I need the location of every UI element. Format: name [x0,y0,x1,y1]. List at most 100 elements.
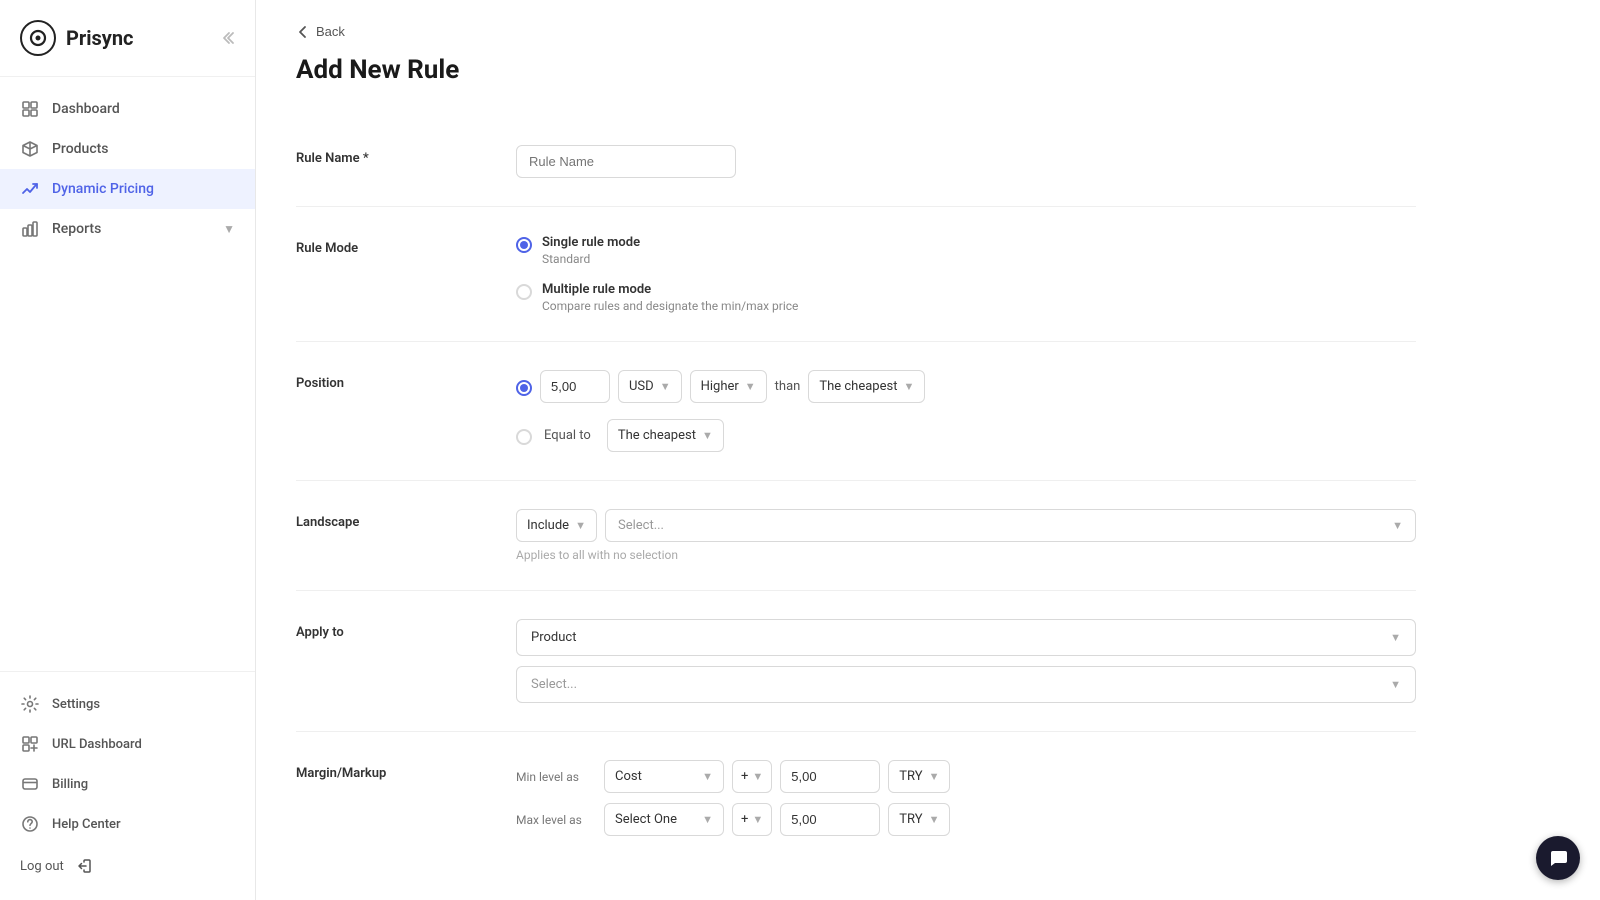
max-level-row: Max level as Select One ▼ + ▼ TRY ▼ [516,803,1416,836]
sidebar-item-settings[interactable]: Settings [0,684,255,724]
chevron-down-icon: ▼ [223,222,235,236]
max-value-input[interactable] [780,803,880,836]
comparator-select[interactable]: The cheapest ▼ [808,370,925,403]
sidebar-item-dynamic-pricing-label: Dynamic Pricing [52,181,154,197]
equal-to-select[interactable]: The cheapest ▼ [607,419,724,452]
logout-item[interactable]: Log out [0,844,255,888]
rule-mode-label: Rule Mode [296,235,476,313]
applies-hint: Applies to all with no selection [516,548,1416,562]
max-currency-select[interactable]: TRY ▼ [888,803,950,836]
logout-label: Log out [20,859,64,874]
landscape-chevron-icon: ▼ [1392,519,1403,532]
max-currency-value: TRY [899,812,922,827]
max-currency-chevron-icon: ▼ [929,813,940,826]
currency-chevron-icon: ▼ [660,380,671,393]
min-level-value: Cost [615,769,642,784]
rule-mode-radio-group: Single rule mode Standard Multiple rule … [516,235,1416,313]
landscape-placeholder: Select... [618,518,664,533]
position-section: Position USD ▼ Higher ▼ than [296,342,1416,481]
margin-markup-label: Margin/Markup [296,760,476,846]
gear-icon [20,694,40,714]
max-level-label: Max level as [516,813,596,827]
trending-icon [20,179,40,199]
include-select[interactable]: Include ▼ [516,509,597,542]
page-title: Add New Rule [296,55,1416,85]
sidebar-item-dynamic-pricing[interactable]: Dynamic Pricing [0,169,255,209]
sidebar-collapse-button[interactable] [219,30,235,46]
position-label: Position [296,370,476,452]
direction-select[interactable]: Higher ▼ [690,370,767,403]
min-currency-chevron-icon: ▼ [929,770,940,783]
sidebar: Prisync Dashboard [0,0,256,900]
position-radio-2[interactable] [516,429,532,445]
rule-mode-single-desc: Standard [542,252,640,266]
sidebar-item-billing-label: Billing [52,777,88,792]
include-label: Include [527,518,569,533]
min-op-select[interactable]: + ▼ [732,760,772,793]
landscape-row: Include ▼ Select... ▼ [516,509,1416,542]
min-currency-value: TRY [899,769,922,784]
landscape-label: Landscape [296,509,476,562]
equal-to-label: Equal to [544,428,591,443]
bar-chart-icon [20,219,40,239]
sidebar-item-url-dashboard-label: URL Dashboard [52,737,142,752]
apply-to-select-label: Select... [531,677,577,692]
margin-markup-section: Margin/Markup Min level as Cost ▼ + ▼ T [296,732,1416,874]
chat-button[interactable] [1536,836,1580,880]
direction-chevron-icon: ▼ [745,380,756,393]
currency-select[interactable]: USD ▼ [618,370,682,403]
rule-name-section: Rule Name * [296,117,1416,207]
sidebar-item-dashboard-label: Dashboard [52,101,120,117]
sidebar-item-help-center-label: Help Center [52,817,121,832]
min-op-chevron-icon: ▼ [752,770,763,783]
back-label: Back [316,24,345,39]
sidebar-item-help-center[interactable]: Help Center [0,804,255,844]
rule-mode-single[interactable]: Single rule mode Standard [516,235,1416,266]
logout-icon [76,858,92,874]
max-op-label: + [741,812,748,827]
min-value-input[interactable] [780,760,880,793]
radio-single-circle [516,237,532,253]
position-row-1: USD ▼ Higher ▼ than The cheapest ▼ [516,370,1416,403]
apply-to-dropdown-1[interactable]: Product ▼ [516,619,1416,656]
back-button[interactable]: Back [296,24,345,39]
min-level-select[interactable]: Cost ▼ [604,760,724,793]
sidebar-item-url-dashboard[interactable]: URL Dashboard [0,724,255,764]
sidebar-item-billing[interactable]: Billing [0,764,255,804]
position-row-2: Equal to The cheapest ▼ [516,419,1416,452]
sidebar-item-products[interactable]: Products [0,129,255,169]
apply-to-dropdown-2[interactable]: Select... ▼ [516,666,1416,703]
rule-name-input[interactable] [516,145,736,178]
position-value-input[interactable] [540,370,610,403]
rule-mode-single-label: Single rule mode [542,235,640,250]
rule-mode-multiple[interactable]: Multiple rule mode Compare rules and des… [516,282,1416,313]
than-text: than [775,379,801,394]
comparator-value: The cheapest [819,379,897,394]
question-icon [20,814,40,834]
rule-mode-multiple-label: Multiple rule mode [542,282,798,297]
position-radio-1[interactable] [516,380,532,396]
equal-to-value: The cheapest [618,428,696,443]
max-level-chevron-icon: ▼ [702,813,713,826]
apply-to-product-label: Product [531,630,576,645]
landscape-select-wide[interactable]: Select... ▼ [605,509,1416,542]
sidebar-item-settings-label: Settings [52,697,100,712]
max-op-select[interactable]: + ▼ [732,803,772,836]
apply-to-chevron-1-icon: ▼ [1390,631,1401,644]
min-level-chevron-icon: ▼ [702,770,713,783]
max-level-select[interactable]: Select One ▼ [604,803,724,836]
min-level-label: Min level as [516,770,596,784]
sidebar-item-products-label: Products [52,141,109,157]
comparator-chevron-icon: ▼ [903,380,914,393]
card-icon [20,774,40,794]
direction-value: Higher [701,379,739,394]
max-op-chevron-icon: ▼ [752,813,763,826]
sidebar-item-dashboard[interactable]: Dashboard [0,89,255,129]
currency-value: USD [629,379,654,394]
min-level-row: Min level as Cost ▼ + ▼ TRY ▼ [516,760,1416,793]
min-currency-select[interactable]: TRY ▼ [888,760,950,793]
rule-name-label: Rule Name * [296,145,476,178]
sidebar-item-reports[interactable]: Reports ▼ [0,209,255,249]
radio-multiple-circle [516,284,532,300]
grid-plus-icon [20,734,40,754]
